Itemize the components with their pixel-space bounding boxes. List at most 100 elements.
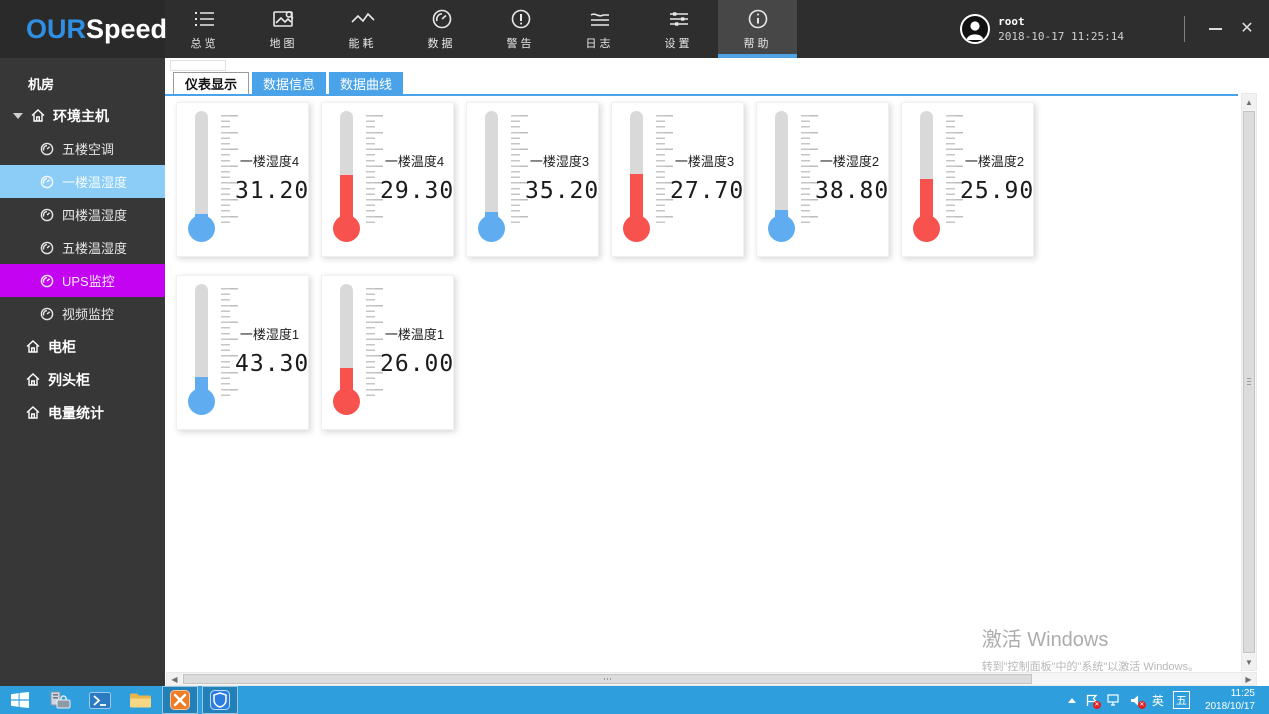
nav-item-alert[interactable]: 警告 [481,0,560,58]
chevron-up-icon [1068,698,1076,703]
logo-text-secondary: Speed [86,14,167,45]
tab-underline [165,94,1238,96]
sidebar-item-label: 列头柜 [48,370,90,390]
tree-item-label: 五楼温湿度 [62,238,127,257]
clock-time: 11:25 [1205,687,1255,700]
taskbar-app-server-manager[interactable] [40,686,80,714]
mute-badge-icon: ✕ [1138,701,1146,709]
thermometer-tube [775,111,788,223]
scroll-grip-icon [1247,378,1251,385]
taskbar-app-xampp[interactable] [162,686,198,714]
tab-bar: 仪表显示数据信息数据曲线 [173,72,406,94]
ime-language-indicator[interactable]: 英 [1152,692,1164,709]
home-icon [26,340,40,353]
main-content: 仪表显示数据信息数据曲线 一楼湿度431.20一楼温度429.30一楼湿度335… [165,58,1269,686]
taskbar-app-powershell[interactable] [80,686,120,714]
action-center-icon[interactable]: ✕ [1085,694,1098,707]
sidebar-item[interactable]: 列头柜 [0,363,165,396]
gauge-value: 27.70 [670,178,739,204]
tree-root-label: 环境主机 [53,106,109,126]
hidden-icons-button[interactable] [1068,698,1076,703]
sidebar-tree-item[interactable]: UPS监控 [0,264,165,297]
sidebar-tree-item[interactable]: 五楼空调 [0,132,165,165]
gauge-value: 25.90 [960,178,1029,204]
nav-item-settings[interactable]: 设置 [639,0,718,58]
nav-item-label: 日志 [586,35,614,51]
tree-item-label: 一楼温湿度 [62,172,127,191]
tree-item-label: UPS监控 [62,271,115,290]
taskbar-clock[interactable]: 11:25 2018/10/17 [1199,687,1261,713]
nav-item-label: 设置 [665,35,693,51]
sidebar-item[interactable]: 电量统计 [0,396,165,429]
network-status-icon[interactable] [1107,694,1121,707]
meter-icon [40,307,54,321]
taskbar-app-security-shield[interactable] [202,686,238,714]
tree-expand-caret-icon[interactable] [13,113,23,119]
sidebar-tree-item[interactable]: 一楼温湿度 [0,165,165,198]
xampp-icon [170,690,190,710]
tab-数据曲线[interactable]: 数据曲线 [329,72,403,94]
gauge-text: 一楼湿度335.20 [525,151,594,204]
scroll-right-button[interactable]: ▶ [1241,673,1256,685]
horizontal-scrollbar[interactable]: ◀ ▶ [166,672,1257,686]
thermometer-bulb [768,215,795,242]
sidebar-tree-item[interactable]: 视频监控 [0,297,165,330]
activate-windows-watermark: 激活 Windows 转到"控制面板"中的"系统"以激活 Windows。 [982,623,1199,674]
thermometer-gauge [622,111,652,251]
sidebar-item-label: 电量统计 [48,403,104,423]
tab-数据信息[interactable]: 数据信息 [252,72,326,94]
nav-item-label: 能耗 [349,35,377,51]
scroll-down-button[interactable]: ▼ [1242,654,1256,670]
gauge-label: 一楼温度1 [380,324,449,343]
header-datetime: 2018-10-17 11:25:14 [998,30,1124,43]
vertical-scroll-thumb[interactable] [1243,111,1255,653]
gauge-card: 一楼温度327.70 [611,102,744,257]
log-icon [589,8,611,30]
scroll-left-button[interactable]: ◀ [167,673,182,685]
gauge-card: 一楼温度126.00 [321,275,454,430]
thermometer-bulb [623,215,650,242]
gauge-card: 一楼湿度143.30 [176,275,309,430]
scroll-up-button[interactable]: ▲ [1242,94,1256,110]
nav-item-help[interactable]: 帮助 [718,0,797,58]
tab-仪表显示[interactable]: 仪表显示 [173,72,249,94]
nav-item-label: 数据 [428,35,456,51]
nav-item-log[interactable]: 日志 [560,0,639,58]
thermometer-tube [195,111,208,223]
gauge-label: 一楼湿度3 [525,151,594,170]
home-icon [31,109,45,122]
nav-item-label: 帮助 [744,35,772,51]
logo-text-primary: OUR [26,14,86,45]
thermometer-gauge [767,111,797,251]
clock-date: 2018/10/17 [1205,700,1255,713]
nav-item-map[interactable]: 地图 [244,0,323,58]
nav-item-energy[interactable]: 能耗 [323,0,402,58]
horizontal-scroll-thumb[interactable] [183,674,1032,684]
settings-icon [669,8,689,30]
breadcrumb-placeholder [170,60,226,71]
ime-mode-indicator[interactable]: 五 [1173,691,1190,709]
sidebar-tree-item[interactable]: 四楼温湿度 [0,198,165,231]
close-button[interactable]: ✕ [1231,0,1263,58]
gauge-text: 一楼温度327.70 [670,151,739,204]
volume-muted-icon[interactable]: ✕ [1130,694,1143,707]
gauge-card: 一楼湿度335.20 [466,102,599,257]
sidebar-items: 电柜列头柜电量统计 [0,330,165,429]
nav-item-gauge[interactable]: 数据 [402,0,481,58]
vertical-scrollbar[interactable]: ▲ ▼ [1241,93,1257,671]
taskbar-app-file-explorer[interactable] [120,686,160,714]
gauge-label: 一楼湿度4 [235,151,304,170]
file-explorer-icon [129,692,151,709]
start-button[interactable] [0,686,40,714]
sidebar-item[interactable]: 电柜 [0,330,165,363]
thermometer-gauge [912,111,942,251]
gauge-label: 一楼温度2 [960,151,1029,170]
start-icon [11,692,29,708]
nav-item-label: 地图 [270,35,298,51]
nav-item-label: 警告 [507,35,535,51]
user-avatar[interactable] [960,14,990,44]
nav-item-list[interactable]: 总览 [165,0,244,58]
sidebar-tree-item[interactable]: 五楼温湿度 [0,231,165,264]
minimize-button[interactable] [1199,0,1231,58]
sidebar-tree-root[interactable]: 环境主机 [0,99,165,132]
